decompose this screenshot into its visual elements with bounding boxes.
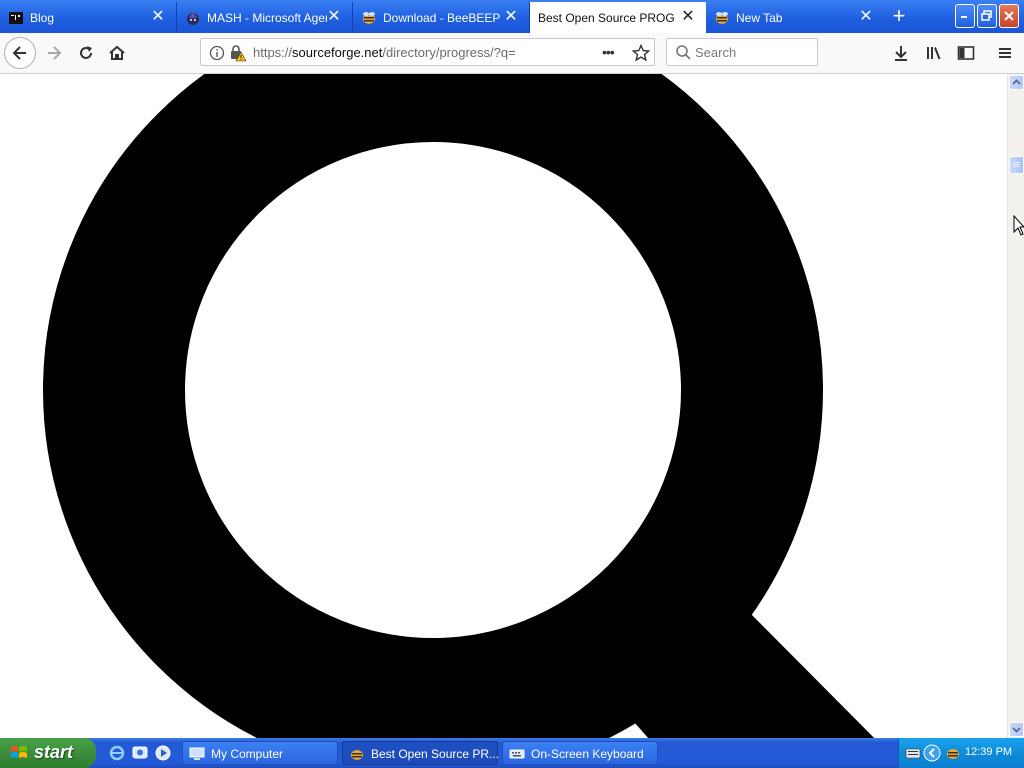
tab-title: MASH - Microsoft Agent <box>207 11 327 25</box>
page-content <box>0 74 1007 738</box>
bookmark-star-icon[interactable] <box>632 44 650 62</box>
close-tab-icon[interactable]: ✕ <box>503 9 519 25</box>
close-tab-icon[interactable]: ✕ <box>680 9 696 25</box>
new-tab-button[interactable]: + <box>884 4 914 30</box>
scroll-down-button[interactable] <box>1009 722 1024 737</box>
info-icon[interactable] <box>209 45 225 61</box>
my-computer-icon <box>189 747 205 760</box>
windows-taskbar: start My Computer Best Open Source PR... <box>0 738 1024 768</box>
tab-title: Download - BeeBEEP - F <box>383 11 503 25</box>
grip-icon <box>1013 162 1020 167</box>
url-bar[interactable]: https://sourceforge.net/directory/progre… <box>200 38 655 66</box>
menu-button[interactable] <box>991 39 1019 67</box>
media-player-icon[interactable] <box>154 744 172 762</box>
downloads-button[interactable] <box>887 39 915 67</box>
vertical-scrollbar[interactable] <box>1007 74 1024 738</box>
home-button[interactable] <box>103 39 131 67</box>
beebeep-tray-icon[interactable] <box>945 745 961 761</box>
minimize-button[interactable] <box>955 4 975 28</box>
back-button[interactable] <box>4 37 36 69</box>
tab-title: Best Open Source PROGRES <box>538 11 674 25</box>
tab-mash[interactable]: MASH - Microsoft Agent ✕ <box>177 2 353 33</box>
close-tab-icon[interactable]: ✕ <box>150 9 166 25</box>
chevron-up-icon <box>1012 79 1021 85</box>
page-actions-menu-icon[interactable]: ••• <box>602 44 615 60</box>
sidebar-icon <box>957 46 975 60</box>
home-icon <box>109 45 125 60</box>
task-on-screen-keyboard[interactable]: On-Screen Keyboard <box>502 741 658 765</box>
browser-tab-strip: Blog ✕ MASH - Microsoft Agent ✕ Download… <box>0 0 1024 33</box>
task-my-computer[interactable]: My Computer <box>182 741 338 765</box>
arrow-right-icon <box>48 46 62 60</box>
tab-title: New Tab <box>736 11 783 25</box>
internet-explorer-icon[interactable] <box>108 744 126 762</box>
start-button[interactable]: start <box>0 738 96 768</box>
start-label: start <box>34 742 74 762</box>
show-desktop-icon[interactable] <box>131 744 149 762</box>
task-label: Best Open Source PR... <box>371 747 500 761</box>
hamburger-menu-icon <box>999 48 1011 58</box>
terminal-icon <box>9 12 23 24</box>
close-window-button[interactable] <box>999 4 1019 28</box>
search-bar[interactable] <box>666 38 818 66</box>
sourceforge-icon <box>716 12 728 24</box>
sourceforge-icon <box>363 12 375 24</box>
navigation-toolbar: https://sourceforge.net/directory/progre… <box>0 33 1024 74</box>
system-tray: 12:39 PM <box>898 738 1024 768</box>
url-scheme: https:// <box>253 45 293 60</box>
minimize-icon <box>961 16 967 18</box>
mouse-pointer-icon <box>1013 215 1024 236</box>
tab-title: Blog <box>30 11 55 25</box>
search-magnifier-icon <box>43 74 875 738</box>
close-icon <box>1004 11 1014 21</box>
tab-blog[interactable]: Blog ✕ <box>0 2 177 33</box>
tab-new-tab[interactable]: New Tab ✕ <box>706 2 884 33</box>
library-icon <box>927 47 941 60</box>
clock: 12:39 PM <box>965 746 1013 758</box>
task-label: On-Screen Keyboard <box>531 747 644 761</box>
search-input[interactable] <box>695 44 813 60</box>
tab-best-open-source-progress[interactable]: Best Open Source PROGRES ✕ <box>530 2 706 33</box>
task-label: My Computer <box>211 747 284 761</box>
search-icon <box>676 45 691 60</box>
url-path: /directory/progress/?q= <box>382 45 516 60</box>
library-button[interactable] <box>920 39 948 67</box>
restore-button[interactable] <box>977 4 997 28</box>
chevron-down-icon <box>1012 727 1021 733</box>
keyboard-icon <box>509 749 525 759</box>
show-hidden-icons-icon[interactable] <box>923 744 941 762</box>
scroll-up-button[interactable] <box>1009 75 1024 90</box>
arrow-left-icon <box>12 46 26 60</box>
url-host: sourceforge.net <box>292 45 383 60</box>
close-tab-icon[interactable]: ✕ <box>858 9 874 25</box>
task-firefox[interactable]: Best Open Source PR... <box>342 741 500 765</box>
insecure-lock-icon[interactable] <box>229 44 247 62</box>
sidebar-toggle-button[interactable] <box>952 39 980 67</box>
url-text[interactable]: https://sourceforge.net/directory/progre… <box>253 45 516 60</box>
wizard-icon <box>187 11 199 25</box>
close-tab-icon[interactable]: ✕ <box>326 9 342 25</box>
firefox-icon <box>351 750 363 760</box>
reload-icon <box>80 46 92 59</box>
reload-button[interactable] <box>72 39 100 67</box>
windows-logo-icon <box>11 746 27 758</box>
scrollbar-thumb[interactable] <box>1009 156 1024 174</box>
keyboard-tray-icon[interactable] <box>905 746 921 760</box>
download-arrow-icon <box>895 46 907 61</box>
restore-icon <box>981 10 992 21</box>
tab-beebeep[interactable]: Download - BeeBEEP - F ✕ <box>353 2 530 33</box>
forward-button[interactable] <box>40 39 68 67</box>
